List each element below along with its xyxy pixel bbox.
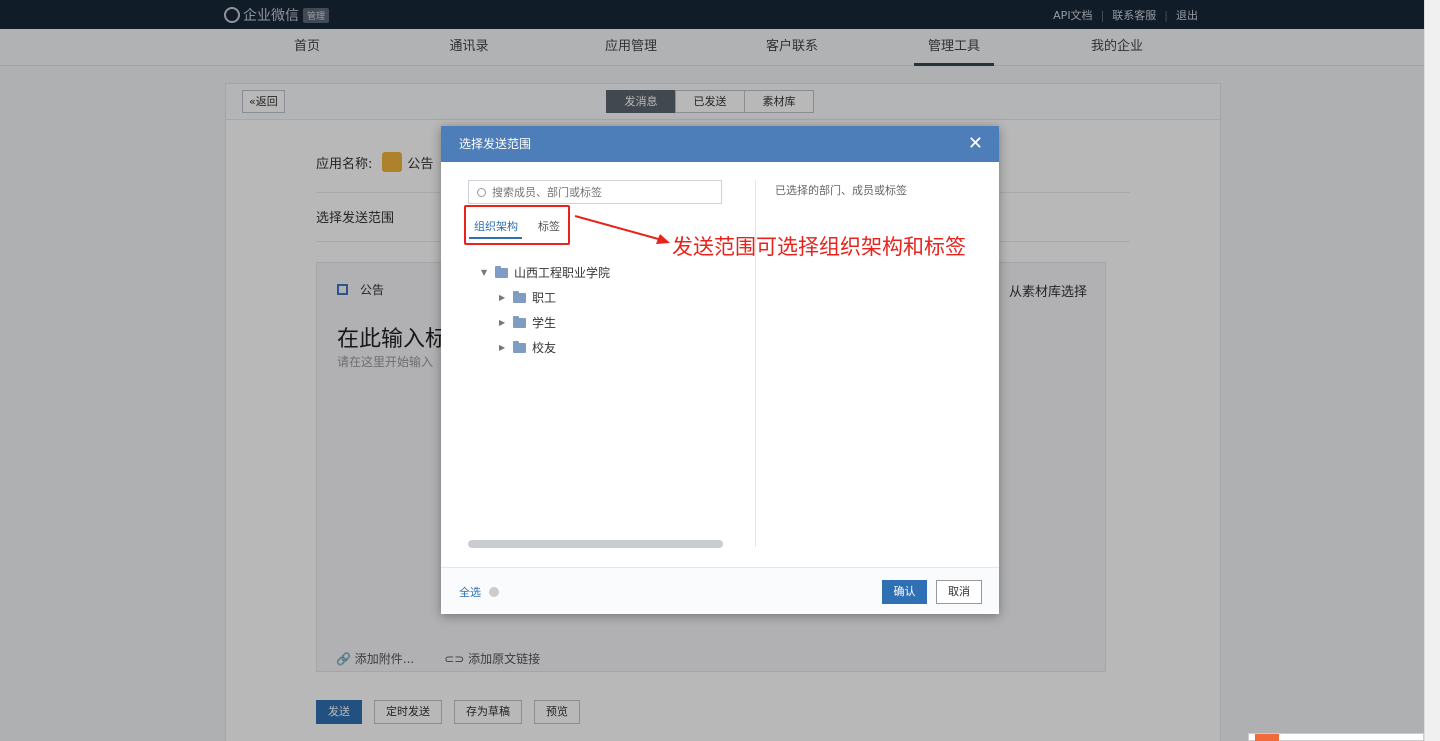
tab-tags[interactable]: 标签 [538,218,560,234]
folder-icon [513,290,526,303]
close-icon[interactable]: ✕ [968,126,983,162]
search-icon [477,187,486,197]
org-tree: ▼ 山西工程职业学院 ▶ 职工 ▶ 学生 ▶ 校友 [481,260,610,360]
tree-node-students[interactable]: ▶ 学生 [481,310,610,335]
dialog-body: 组织架构 标签 ▼ 山西工程职业学院 ▶ 职工 ▶ 学生 ▶ 校友 [441,162,999,567]
expand-right-icon[interactable]: ▶ [499,293,513,302]
corner-app-icon[interactable] [1255,734,1279,741]
search-box [468,180,722,204]
folder-icon [513,340,526,353]
dialog-header: 选择发送范围 ✕ [441,126,999,162]
active-tab-underline [469,237,522,239]
tree-node-label: 校友 [532,341,557,355]
annotation-text: 发送范围可选择组织架构和标签 [672,235,966,259]
select-scope-dialog: 选择发送范围 ✕ 组织架构 标签 ▼ 山西工程职业学院 ▶ 职工 ▶ [441,126,999,614]
tree-node-label: 职工 [532,291,557,305]
folder-icon [513,315,526,328]
tab-org-structure[interactable]: 组织架构 [474,218,518,234]
tree-node-label: 学生 [532,316,557,330]
expand-right-icon[interactable]: ▶ [499,318,513,327]
confirm-button[interactable]: 确认 [882,580,927,604]
dialog-title: 选择发送范围 [459,137,532,151]
tree-node-root[interactable]: ▼ 山西工程职业学院 [481,260,610,285]
select-all-link[interactable]: 全选 [459,584,481,600]
selected-items-label: 已选择的部门、成员或标签 [775,184,907,197]
tree-horizontal-scrollbar[interactable] [468,540,723,548]
expand-down-icon[interactable]: ▼ [481,268,495,277]
select-all: 全选 [459,584,499,600]
info-icon[interactable] [489,587,499,597]
page-scrollbar[interactable] [1424,0,1440,741]
tree-node-label: 山西工程职业学院 [514,266,611,280]
expand-right-icon[interactable]: ▶ [499,343,513,352]
tree-node-staff[interactable]: ▶ 职工 [481,285,610,310]
cancel-button[interactable]: 取消 [936,580,982,604]
annotation-arrow-icon [574,215,670,244]
folder-icon [495,265,508,278]
search-input[interactable] [492,185,712,199]
dialog-footer: 全选 确认 取消 [441,567,999,614]
tree-node-alumni[interactable]: ▶ 校友 [481,335,610,360]
